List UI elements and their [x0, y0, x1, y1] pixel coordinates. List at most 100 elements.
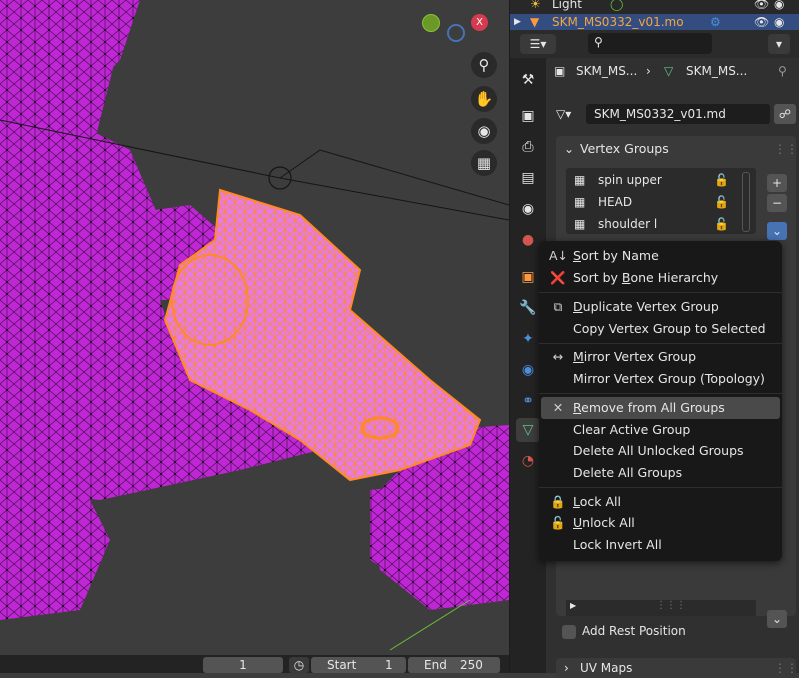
- move-down-button[interactable]: ⌄: [767, 610, 787, 628]
- scene-tab-icon[interactable]: ◉: [516, 197, 540, 221]
- camera-render-icon[interactable]: ◉: [774, 0, 784, 12]
- eye-icon[interactable]: 👁: [754, 14, 769, 30]
- menu-item-label: Unlock All: [573, 515, 635, 530]
- menu-item-sort-by-name[interactable]: A↓ Sort by Name: [541, 245, 780, 267]
- outliner-row-label: SKM_MS0332_v01.mo: [552, 15, 684, 29]
- camera-render-icon[interactable]: ◉: [774, 14, 784, 30]
- fake-user-shield-icon[interactable]: ☍: [774, 104, 796, 124]
- unlock-icon[interactable]: 🔓: [714, 192, 729, 212]
- add-rest-position-label: Add Rest Position: [582, 624, 686, 638]
- editor-type-button[interactable]: ☰▾: [520, 34, 556, 54]
- menu-item-delete-all-unlocked-groups[interactable]: Delete All Unlocked Groups: [541, 440, 780, 462]
- menu-item-unlock-all[interactable]: 🔓 Unlock All: [541, 512, 780, 534]
- vertex-group-icon: ▦: [574, 217, 586, 231]
- search-input[interactable]: ⚲: [588, 33, 712, 54]
- gizmo-axis-y[interactable]: [422, 14, 440, 32]
- light-icon: ☀: [530, 0, 541, 11]
- current-frame-field[interactable]: 1: [203, 657, 283, 673]
- eye-icon[interactable]: 👁: [754, 0, 769, 12]
- list-item[interactable]: ▦ shoulder l 🔓: [566, 214, 756, 234]
- expand-arrow-icon[interactable]: ▶: [514, 14, 521, 30]
- add-vertex-group-button[interactable]: +: [767, 174, 787, 192]
- add-rest-position-checkbox[interactable]: [562, 625, 576, 639]
- menu-item-label: Duplicate Vertex Group: [573, 299, 719, 314]
- specials-menu-button[interactable]: ⌄: [767, 222, 787, 240]
- material-tab-icon[interactable]: ◔: [516, 449, 540, 473]
- constraints-tab-icon[interactable]: ⚭: [516, 389, 540, 413]
- menu-item-duplicate-vertex-group[interactable]: ⧉ Duplicate Vertex Group: [541, 296, 780, 318]
- menu-item-sort-by-bone-hierarchy[interactable]: ❌ Sort by Bone Hierarchy: [541, 267, 780, 289]
- tool-tab-icon[interactable]: ⚒: [516, 68, 540, 92]
- light-data-icon: ◯: [610, 0, 624, 11]
- modifier-tab-icon[interactable]: 🔧: [516, 296, 540, 320]
- lock-icon: 🔒: [550, 494, 566, 509]
- menu-item-delete-all-groups[interactable]: Delete All Groups: [541, 462, 780, 484]
- physics-tab-icon[interactable]: ◉: [516, 358, 540, 382]
- wrench-icon[interactable]: ⚙: [710, 14, 721, 30]
- vertex-group-specials-menu: A↓ Sort by Name ❌ Sort by Bone Hierarchy…: [539, 241, 782, 561]
- menu-separator: [539, 487, 782, 488]
- list-item[interactable]: ▦ spin upper 🔓: [566, 170, 756, 190]
- outliner: ☀ Light ◯ 👁 ◉ ▶ ▼ SKM_MS0332_v01.mo ⚙ 👁 …: [510, 0, 799, 30]
- pin-icon[interactable]: ⚲: [778, 64, 787, 78]
- outliner-row-light[interactable]: ☀ Light ◯ 👁 ◉: [510, 0, 799, 12]
- menu-item-mirror-vertex-group-topology[interactable]: Mirror Vertex Group (Topology): [541, 368, 780, 390]
- end-frame-field[interactable]: End 250: [408, 657, 500, 673]
- menu-item-label: Mirror Vertex Group (Topology): [573, 371, 765, 386]
- output-tab-icon[interactable]: ⎙: [516, 135, 540, 159]
- armature-icon: ▼: [530, 15, 540, 29]
- object-tab-icon[interactable]: ▣: [516, 265, 540, 289]
- menu-item-mirror-vertex-group[interactable]: ↔ Mirror Vertex Group: [541, 346, 780, 368]
- list-item[interactable]: ▦ HEAD 🔓: [566, 192, 756, 212]
- camera-icon[interactable]: ◉: [471, 118, 497, 144]
- bone-icon: ❌: [550, 270, 566, 285]
- vertex-group-list[interactable]: ▦ spin upper 🔓 ▦ HEAD 🔓 ▦ shoulder l 🔓: [566, 168, 756, 234]
- outliner-row-label: Light: [552, 0, 582, 11]
- gizmo-axis-z[interactable]: [447, 24, 465, 42]
- mesh-data-tab-icon[interactable]: ▽: [516, 418, 540, 442]
- menu-item-lock-all[interactable]: 🔒 Lock All: [541, 491, 780, 513]
- clock-icon[interactable]: ◷: [289, 657, 309, 673]
- vertex-groups-header[interactable]: ⌄ Vertex Groups ⋮⋮: [556, 136, 798, 162]
- uv-maps-panel-header[interactable]: › UV Maps ⋮⋮: [556, 658, 798, 678]
- menu-item-clear-active-group[interactable]: Clear Active Group: [541, 419, 780, 441]
- vertex-group-icon: ▦: [574, 195, 586, 209]
- list-item-label: shoulder l: [598, 217, 658, 231]
- menu-item-copy-vertex-group-to-selected[interactable]: Copy Vertex Group to Selected: [541, 318, 780, 340]
- unlock-icon[interactable]: 🔓: [714, 170, 729, 190]
- menu-item-remove-from-all-groups[interactable]: ✕ Remove from All Groups: [541, 397, 780, 419]
- drag-handle-icon[interactable]: ⋮⋮: [774, 136, 798, 162]
- drag-handle-icon[interactable]: ⋮⋮: [774, 658, 798, 678]
- mesh-name: SKM_MS0332_v01.md: [594, 107, 726, 121]
- menu-item-label: Delete All Unlocked Groups: [573, 443, 744, 458]
- list-footer: ▶ ⋮⋮⋮: [566, 600, 756, 616]
- resize-handle-icon[interactable]: ⋮⋮⋮: [656, 600, 686, 611]
- options-dropdown[interactable]: ▾: [768, 34, 790, 54]
- render-tab-icon[interactable]: ▣: [516, 104, 540, 128]
- filter-expand-icon[interactable]: ▶: [570, 601, 576, 610]
- hand-pan-icon[interactable]: ✋: [471, 86, 497, 112]
- menu-item-label: Copy Vertex Group to Selected: [573, 321, 766, 336]
- unlock-icon[interactable]: 🔓: [714, 214, 729, 234]
- zoom-icon[interactable]: ⚲: [471, 52, 497, 78]
- sort-alpha-icon: A↓: [549, 248, 569, 263]
- mesh-data-selector[interactable]: ▽▾: [556, 104, 586, 124]
- grid-view-icon[interactable]: ▦: [471, 150, 497, 176]
- vertex-group-icon: ▦: [574, 173, 586, 187]
- menu-item-lock-invert-all[interactable]: Lock Invert All: [541, 534, 780, 556]
- list-scrollbar[interactable]: [742, 172, 750, 232]
- panel-title: Vertex Groups: [580, 141, 669, 156]
- end-value: 250: [460, 658, 483, 672]
- panel-title: UV Maps: [580, 661, 633, 675]
- world-tab-icon[interactable]: ●: [516, 228, 540, 252]
- particles-tab-icon[interactable]: ✦: [516, 327, 540, 351]
- outliner-row-mesh[interactable]: ▶ ▼ SKM_MS0332_v01.mo ⚙ 👁 ◉: [510, 14, 799, 30]
- gizmo-axis-x[interactable]: X: [471, 14, 488, 31]
- 3d-viewport[interactable]: X ⚲ ✋ ◉ ▦: [0, 0, 509, 655]
- view-layer-tab-icon[interactable]: ▤: [516, 166, 540, 190]
- menu-item-label: Delete All Groups: [573, 465, 683, 480]
- mesh-icon: ▽: [664, 64, 674, 78]
- mesh-name-field[interactable]: SKM_MS0332_v01.md: [586, 104, 770, 124]
- remove-vertex-group-button[interactable]: −: [767, 194, 787, 212]
- start-frame-field[interactable]: Start 1: [311, 657, 406, 673]
